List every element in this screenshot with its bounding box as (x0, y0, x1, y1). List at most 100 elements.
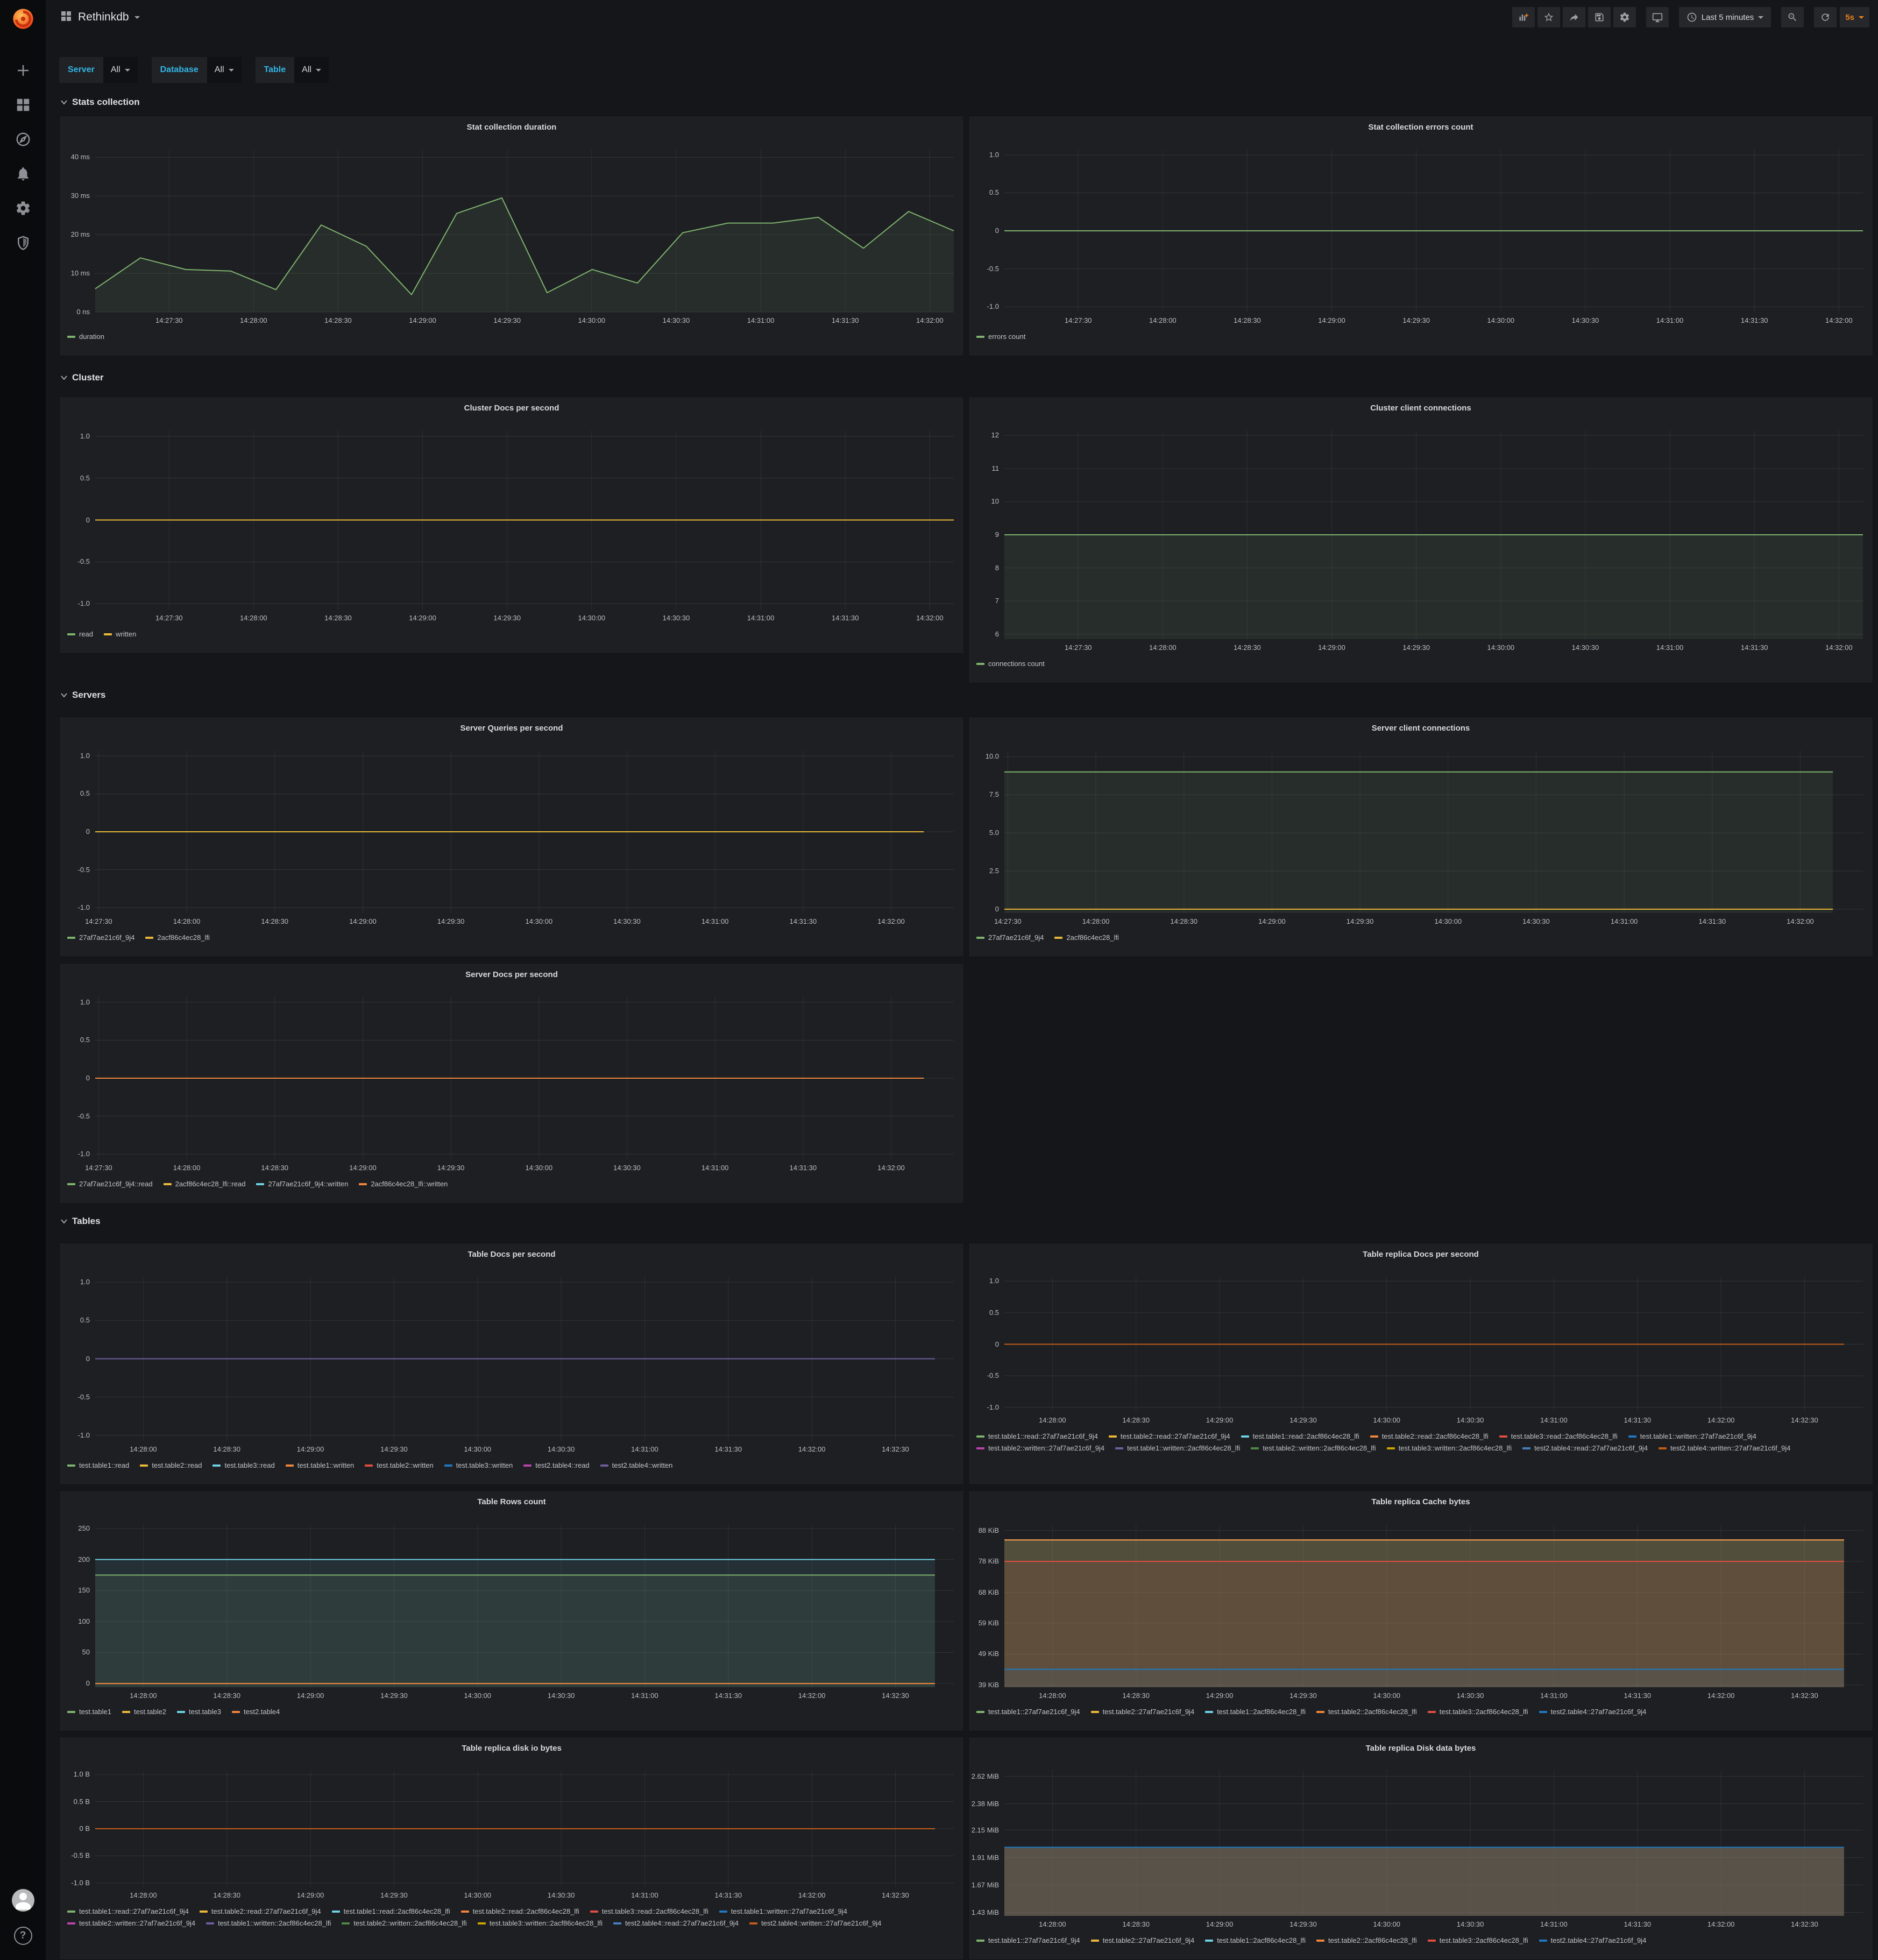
legend-item[interactable]: test2.table4::read::27af7ae21c6f_9j4 (613, 1919, 739, 1927)
zoom-out-button[interactable] (1781, 7, 1804, 27)
legend-item[interactable]: test.table1::27af7ae21c6f_9j4 (976, 1936, 1080, 1944)
legend-item[interactable]: test.table2::written (365, 1461, 434, 1469)
time-range-button[interactable]: Last 5 minutes (1679, 7, 1771, 27)
legend-item[interactable]: test.table2::written::27af7ae21c6f_9j4 (976, 1444, 1104, 1452)
legend-item[interactable]: test.table1::written::27af7ae21c6f_9j4 (719, 1907, 847, 1915)
legend-item[interactable]: connections count (976, 660, 1045, 668)
section-header-servers[interactable]: Servers (60, 690, 105, 700)
legend-item[interactable]: 2acf86c4ec28_lfi (145, 933, 210, 942)
legend-item[interactable]: 2acf86c4ec28_lfi::read (164, 1180, 246, 1188)
star-button[interactable] (1537, 7, 1560, 27)
filter-database[interactable]: Database All (152, 57, 242, 83)
panel-title[interactable]: Table Docs per second (60, 1243, 963, 1259)
legend-item[interactable]: 27af7ae21c6f_9j4::read (67, 1180, 153, 1188)
chart-area[interactable] (1004, 751, 1863, 913)
legend-item[interactable]: test.table1::2acf86c4ec28_lfi (1205, 1708, 1306, 1716)
legend-item[interactable]: test.table2::read (140, 1461, 202, 1469)
section-header-stats-collection[interactable]: Stats collection (60, 97, 140, 108)
explore-icon[interactable] (15, 131, 31, 147)
legend-item[interactable]: test.table1::read::2acf86c4ec28_lfi (1241, 1432, 1359, 1440)
chart-area[interactable] (95, 1771, 954, 1887)
chart-area[interactable] (1004, 1277, 1863, 1412)
panel-title[interactable]: Table replica Cache bytes (969, 1491, 1873, 1506)
panel-title[interactable]: Server Docs per second (60, 964, 963, 979)
legend-item[interactable]: test2.table4::written::27af7ae21c6f_9j4 (749, 1919, 881, 1927)
chart-area[interactable] (1004, 150, 1863, 312)
legend-item[interactable]: test.table1::written::2acf86c4ec28_lfi (1115, 1444, 1240, 1452)
legend-item[interactable]: 27af7ae21c6f_9j4::written (256, 1180, 348, 1188)
legend-item[interactable]: test.table2::written::2acf86c4ec28_lfi (342, 1919, 466, 1927)
legend-item[interactable]: test.table2::read::2acf86c4ec28_lfi (461, 1907, 579, 1915)
legend-item[interactable]: test2.table4::written::27af7ae21c6f_9j4 (1659, 1444, 1790, 1452)
chart-area[interactable] (95, 430, 954, 610)
legend-item[interactable]: test.table3::2acf86c4ec28_lfi (1428, 1708, 1528, 1716)
legend-item[interactable]: test.table1::written (286, 1461, 355, 1469)
cycle-view-button[interactable] (1646, 7, 1669, 27)
chart-area[interactable] (95, 751, 954, 913)
legend-item[interactable]: test.table3 (177, 1708, 221, 1716)
panel-settings-button[interactable] (1613, 7, 1636, 27)
panel-title[interactable]: Stat collection duration (60, 116, 963, 132)
panel-title[interactable]: Cluster Docs per second (60, 397, 963, 413)
legend-item[interactable]: test2.table4::read (523, 1461, 589, 1469)
chart-area[interactable] (1004, 430, 1863, 639)
legend-item[interactable]: test.table1 (67, 1708, 111, 1716)
dashboard-title[interactable]: Rethinkdb (78, 11, 129, 24)
share-button[interactable] (1563, 7, 1585, 27)
legend-item[interactable]: test.table1::read::27af7ae21c6f_9j4 (67, 1907, 189, 1915)
legend-item[interactable]: test.table2::27af7ae21c6f_9j4 (1091, 1708, 1195, 1716)
create-icon[interactable] (15, 62, 31, 79)
panel-title[interactable]: Cluster client connections (969, 397, 1873, 413)
chart-area[interactable] (95, 150, 954, 312)
panel-title[interactable]: Table replica Docs per second (969, 1243, 1873, 1259)
legend-item[interactable]: test.table1::read::27af7ae21c6f_9j4 (976, 1432, 1098, 1440)
legend-item[interactable]: 27af7ae21c6f_9j4 (976, 933, 1044, 942)
legend-item[interactable]: test.table2 (122, 1708, 166, 1716)
legend-item[interactable]: errors count (976, 332, 1025, 341)
panel-title[interactable]: Stat collection errors count (969, 116, 1873, 132)
legend-item[interactable]: test.table3::read::2acf86c4ec28_lfi (590, 1907, 708, 1915)
legend-item[interactable]: test.table1::read::2acf86c4ec28_lfi (332, 1907, 450, 1915)
legend-item[interactable]: test.table3::written::2acf86c4ec28_lfi (1387, 1444, 1512, 1452)
legend-item[interactable]: test.table2::2acf86c4ec28_lfi (1316, 1936, 1417, 1944)
panel-title[interactable]: Table replica disk io bytes (60, 1737, 963, 1753)
legend-item[interactable]: test.table2::written::27af7ae21c6f_9j4 (67, 1919, 195, 1927)
legend-item[interactable]: test2.table4::read::27af7ae21c6f_9j4 (1522, 1444, 1648, 1452)
legend-item[interactable]: test.table3::written::2acf86c4ec28_lfi (478, 1919, 603, 1927)
refresh-button[interactable] (1814, 7, 1837, 27)
user-avatar[interactable] (12, 1889, 34, 1912)
legend-item[interactable]: test.table2::written::2acf86c4ec28_lfi (1251, 1444, 1376, 1452)
legend-item[interactable]: read (67, 630, 93, 638)
configuration-icon[interactable] (15, 200, 31, 216)
legend-item[interactable]: test.table1::written::2acf86c4ec28_lfi (206, 1919, 331, 1927)
filter-table[interactable]: Table All (256, 57, 329, 83)
legend-item[interactable]: test.table2::read::27af7ae21c6f_9j4 (1109, 1432, 1230, 1440)
panel-title[interactable]: Table replica Disk data bytes (969, 1737, 1873, 1753)
grafana-logo-icon[interactable] (11, 6, 36, 31)
chart-area[interactable] (95, 1277, 954, 1441)
panel-title[interactable]: Server Queries per second (60, 717, 963, 733)
panel-title[interactable]: Server client connections (969, 717, 1873, 733)
help-icon[interactable]: ? (14, 1927, 32, 1945)
legend-item[interactable]: test2.table4::27af7ae21c6f_9j4 (1539, 1936, 1647, 1944)
legend-item[interactable]: test.table2::2acf86c4ec28_lfi (1316, 1708, 1417, 1716)
legend-item[interactable]: test.table3::read (212, 1461, 274, 1469)
legend-item[interactable]: test.table1::written::27af7ae21c6f_9j4 (1628, 1432, 1756, 1440)
legend-item[interactable]: test2.table4::written (600, 1461, 673, 1469)
refresh-interval-button[interactable]: 5s (1840, 7, 1869, 27)
legend-item[interactable]: test.table3::2acf86c4ec28_lfi (1428, 1936, 1528, 1944)
legend-item[interactable]: test.table2::27af7ae21c6f_9j4 (1091, 1936, 1195, 1944)
dashboards-icon[interactable] (15, 97, 31, 113)
chart-area[interactable] (95, 997, 954, 1159)
chart-area[interactable] (1004, 1771, 1863, 1916)
save-button[interactable] (1588, 7, 1611, 27)
filter-value-dropdown[interactable]: All (207, 57, 242, 83)
legend-item[interactable]: test.table2::read::27af7ae21c6f_9j4 (200, 1907, 321, 1915)
panel-title[interactable]: Table Rows count (60, 1491, 963, 1506)
filter-server[interactable]: Server All (59, 57, 138, 83)
add-panel-button[interactable] (1512, 7, 1535, 27)
legend-item[interactable]: test2.table4::27af7ae21c6f_9j4 (1539, 1708, 1647, 1716)
legend-item[interactable]: test.table3::written (444, 1461, 513, 1469)
section-header-tables[interactable]: Tables (60, 1216, 101, 1227)
legend-item[interactable]: 2acf86c4ec28_lfi (1054, 933, 1119, 942)
